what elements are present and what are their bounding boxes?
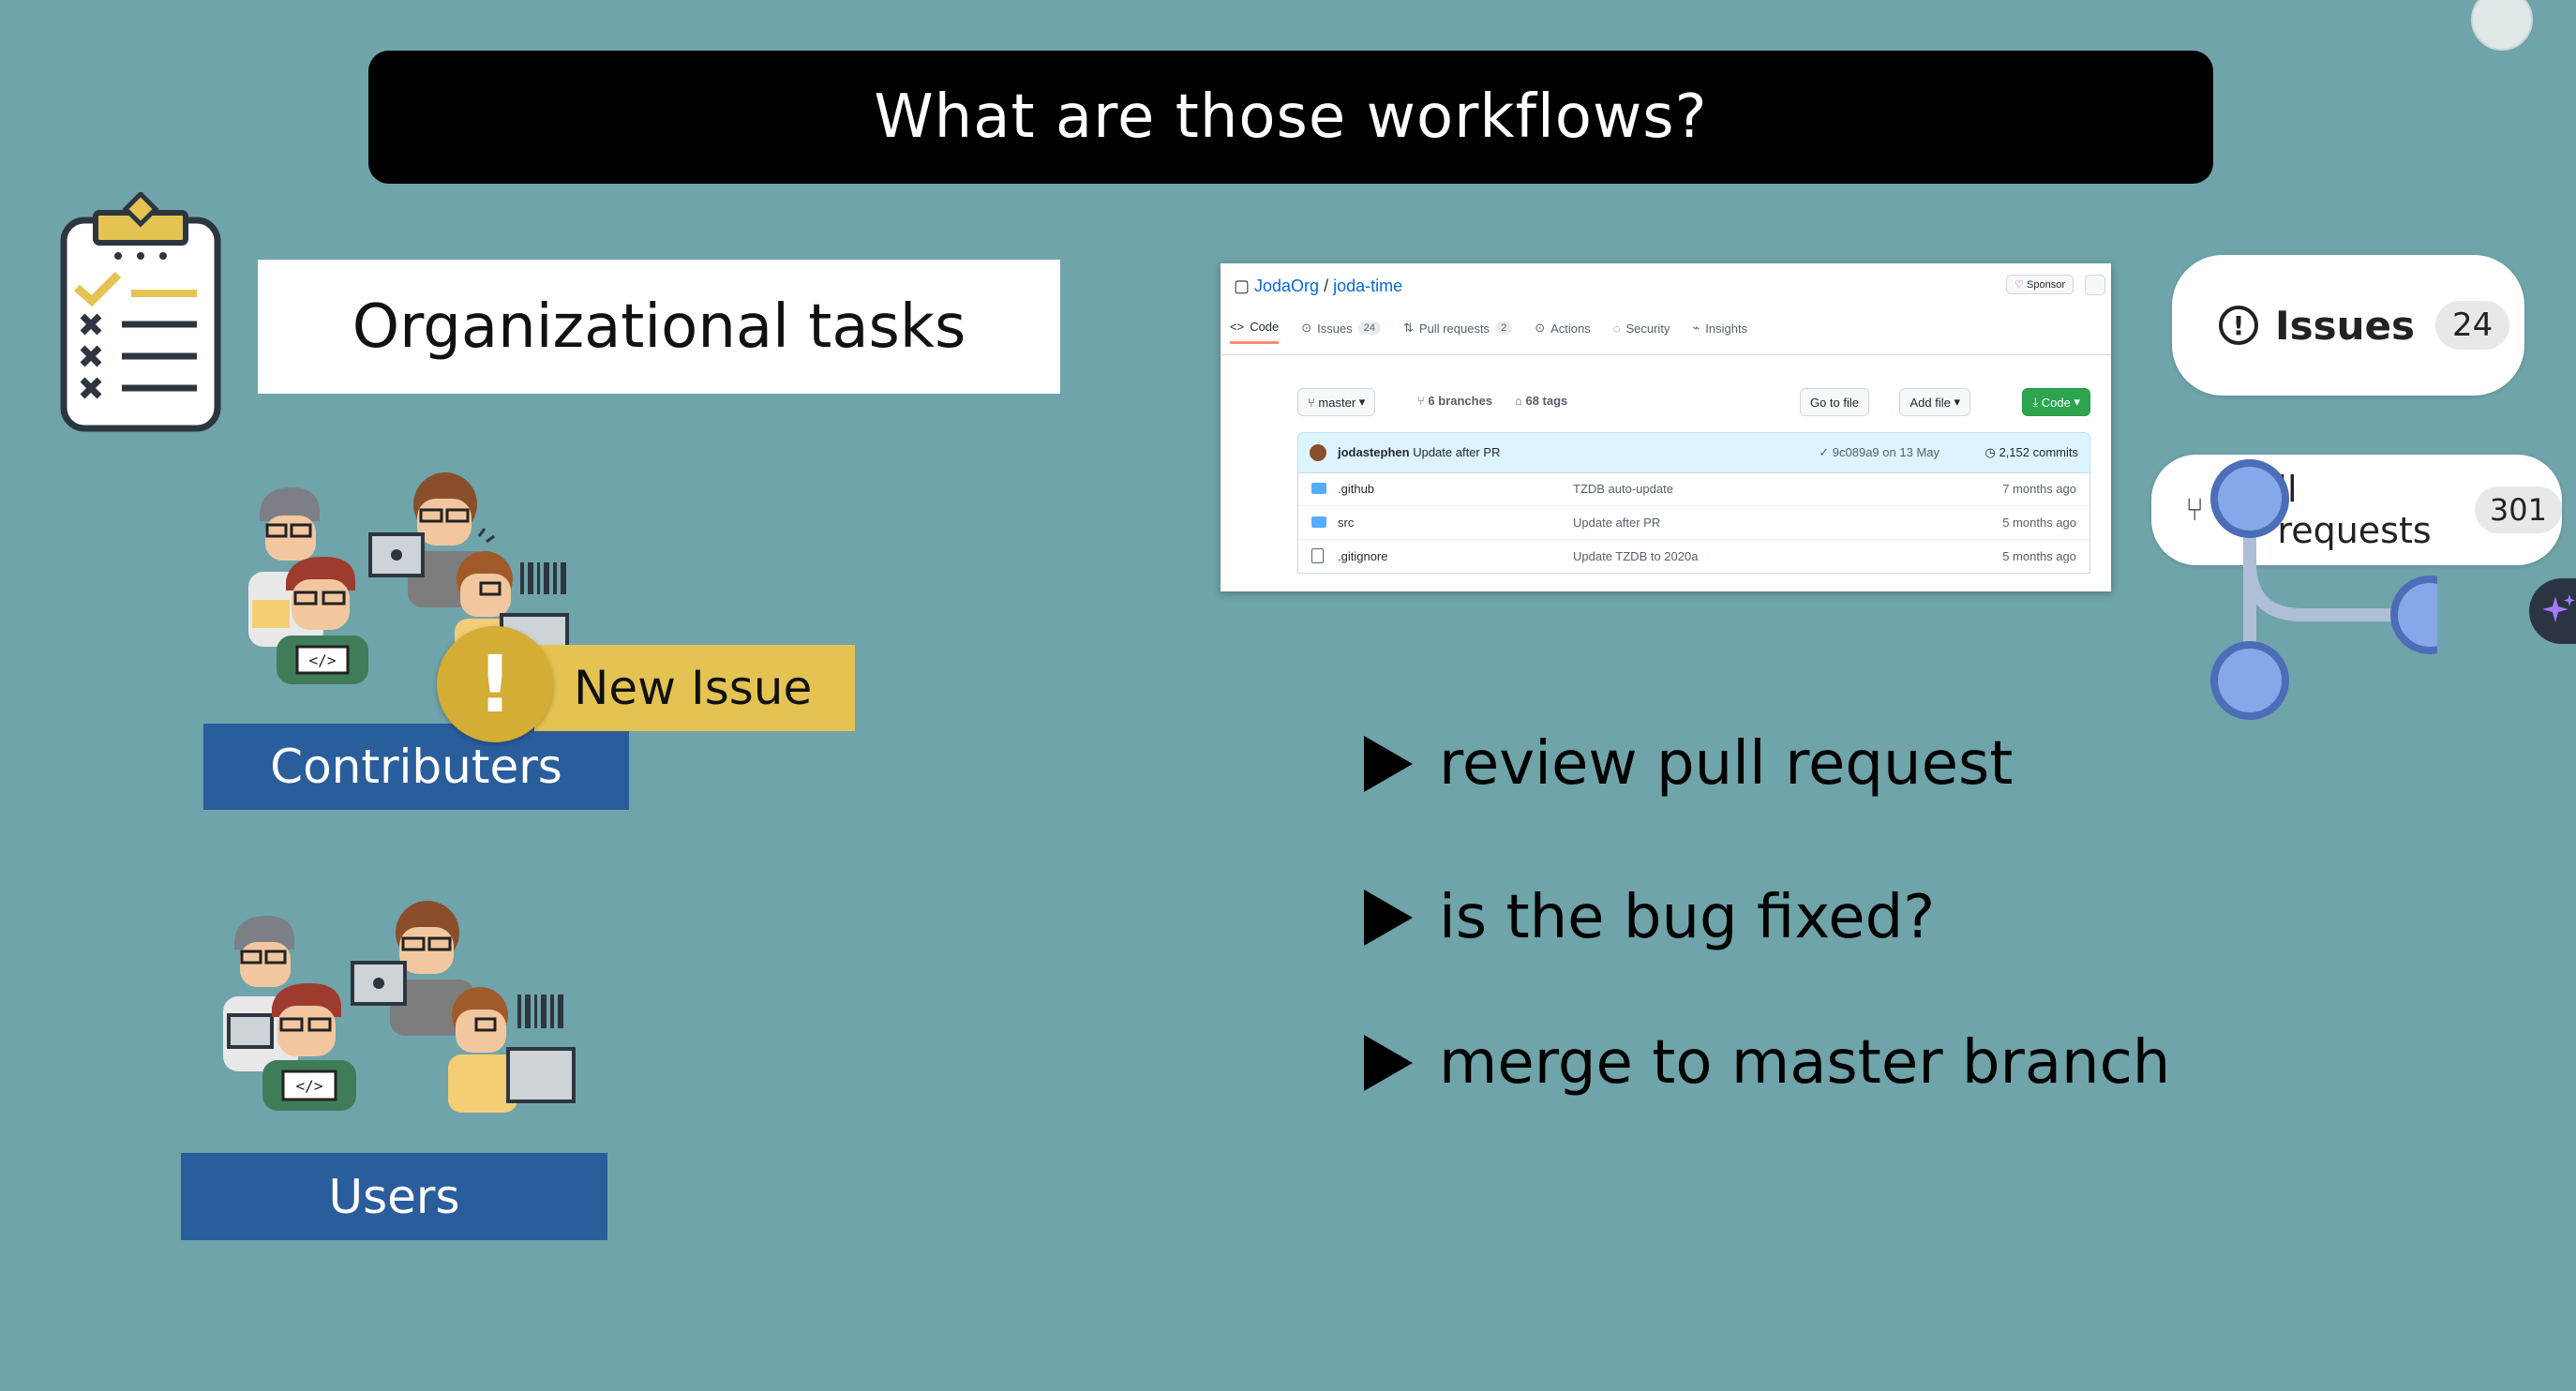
commit-date: on 13 May — [1882, 445, 1939, 459]
developer-group-icon: </> — [223, 901, 576, 1113]
contributors-label-box: Contributers — [203, 724, 629, 810]
check-icon: ✓ — [1819, 445, 1830, 459]
folder-icon — [1311, 516, 1326, 528]
branches-link[interactable]: ⑂ 6 branches — [1417, 394, 1492, 408]
git-branch-graph-icon — [2210, 459, 2437, 720]
tab-security[interactable]: ◌ Security — [1613, 320, 1670, 344]
add-file-button[interactable]: Add file ▾ — [1899, 388, 1970, 416]
github-repo-screenshot: ▢ JodaOrg / joda-time ♡ Sponsor <> Code ⊙… — [1221, 263, 2111, 591]
users-label: Users — [328, 1169, 460, 1224]
copy-icon[interactable] — [2471, 0, 2533, 51]
issues-tab-count: 24 — [1357, 322, 1381, 335]
list-item[interactable]: src Update after PR 5 months ago — [1298, 505, 2089, 539]
tab-issues[interactable]: ⊙ Issues 24 — [1301, 320, 1381, 344]
play-icon: ⊙ — [1535, 321, 1546, 335]
branch-select[interactable]: ⑂ master ▾ — [1297, 388, 1376, 416]
repo-icon: ▢ — [1234, 277, 1255, 295]
tab-insights[interactable]: ⌁ Insights — [1692, 320, 1747, 344]
tab-actions[interactable]: ⊙ Actions — [1535, 320, 1591, 344]
sparkle-icon[interactable] — [2529, 578, 2576, 644]
svg-text:</>: </> — [309, 651, 337, 669]
exclamation-icon: ! — [437, 626, 553, 742]
bullet-merge-master: merge to master branch — [1364, 1028, 2170, 1098]
list-item[interactable]: .gitignore Update TZDB to 2020a 5 months… — [1298, 539, 2089, 573]
organizational-tasks-box: Organizational tasks — [258, 260, 1060, 394]
issues-pill-label: Issues — [2275, 302, 2416, 349]
triangle-bullet-icon — [1364, 1035, 1413, 1091]
repo-breadcrumb: ▢ JodaOrg / joda-time — [1234, 277, 1403, 295]
tab-pull-requests[interactable]: ⇅ Pull requests 2 — [1403, 320, 1513, 344]
pr-tab-count: 2 — [1495, 322, 1513, 335]
contributors-label: Contributers — [270, 740, 562, 794]
branch-toolbar: ⑂ master ▾ ⑂ 6 branches ⌂ 68 tags Go to … — [1297, 388, 2090, 416]
folder-icon — [1311, 483, 1326, 494]
tab-code[interactable]: <> Code — [1230, 320, 1280, 344]
issue-icon: ! — [2219, 306, 2258, 345]
repo-name-link[interactable]: joda-time — [1333, 277, 1402, 295]
code-icon: <> — [1230, 320, 1245, 334]
repo-owner-link[interactable]: JodaOrg — [1254, 277, 1319, 295]
file-icon — [1311, 548, 1324, 563]
latest-commit-bar: jodastephen Update after PR ✓ 9c089a9 on… — [1297, 432, 2090, 473]
issues-pill-count: 24 — [2435, 301, 2510, 350]
commit-author[interactable]: jodastephen — [1338, 445, 1410, 459]
organizational-tasks-label: Organizational tasks — [352, 292, 966, 362]
shield-icon: ◌ — [1612, 321, 1621, 336]
bullet-review-pull-request: review pull request — [1364, 729, 2013, 799]
code-download-button[interactable]: ⤓ Code ▾ — [2022, 388, 2090, 416]
commit-sha[interactable]: 9c089a9 — [1833, 445, 1880, 459]
watch-button[interactable] — [2085, 275, 2105, 295]
repo-tabs: <> Code ⊙ Issues 24 ⇅ Pull requests 2 ⊙ Action… — [1230, 320, 1747, 344]
avatar — [1310, 444, 1326, 461]
list-item[interactable]: .github TZDB auto-update 7 months ago — [1298, 471, 2089, 505]
pr-pill-count: 301 — [2474, 486, 2562, 533]
file-list: .github TZDB auto-update 7 months ago sr… — [1297, 471, 2090, 574]
history-icon: ◷ — [1984, 445, 1996, 459]
new-issue-label: New Issue — [574, 661, 813, 715]
triangle-bullet-icon — [1364, 736, 1413, 792]
go-to-file-button[interactable]: Go to file — [1799, 388, 1869, 416]
clipboard-checklist-icon — [60, 192, 221, 432]
svg-text:</>: </> — [296, 1077, 323, 1095]
issues-pill: ! Issues 24 — [2172, 255, 2524, 396]
tags-link[interactable]: ⌂ 68 tags — [1515, 394, 1567, 408]
new-issue-badge: New Issue — [534, 645, 855, 731]
issue-icon: ⊙ — [1301, 321, 1312, 335]
triangle-bullet-icon — [1364, 890, 1413, 946]
bullet-bug-fixed: is the bug fixed? — [1364, 883, 1935, 952]
sponsor-button[interactable]: ♡ Sponsor — [2006, 275, 2074, 294]
slide-title: What are those workflows? — [874, 82, 1708, 152]
graph-icon: ⌁ — [1692, 321, 1700, 335]
commit-message[interactable]: Update after PR — [1413, 445, 1500, 459]
slide-title-bar: What are those workflows? — [368, 51, 2213, 184]
users-label-box: Users — [181, 1153, 607, 1240]
commits-link[interactable]: ◷ 2,152 commits — [1984, 445, 2078, 460]
pull-request-icon: ⇅ — [1403, 321, 1414, 335]
